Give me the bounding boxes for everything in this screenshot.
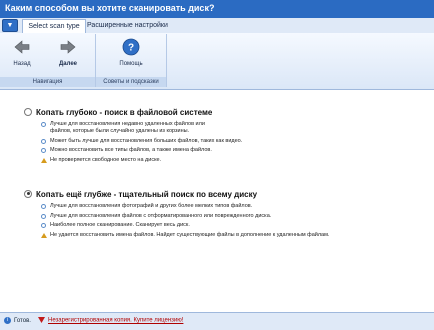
back-button[interactable]: Назад: [5, 38, 39, 67]
info-icon: i: [4, 317, 11, 324]
list-item: Лучше для восстановления фотографий и др…: [41, 203, 329, 210]
arrow-left-icon: [14, 40, 30, 54]
warning-icon: [41, 232, 47, 238]
radio-deeper-scan[interactable]: [24, 189, 32, 198]
group-navigation: Назад Далее Навигация: [0, 34, 96, 87]
option-deep-scan[interactable]: Копать глубоко - поиск в файловой систем…: [24, 107, 242, 166]
svg-text:?: ?: [128, 43, 134, 54]
status-ready: i Готов.: [4, 317, 31, 324]
back-label: Назад: [13, 61, 31, 67]
title-bar: Каким способом вы хотите сканировать дис…: [0, 0, 434, 19]
info-icon: [41, 204, 46, 209]
info-icon: [41, 148, 46, 153]
info-icon: [41, 223, 46, 228]
list-item: Можно восстановить все типы файлов, а та…: [41, 147, 242, 154]
window-title: Каким способом вы хотите сканировать дис…: [5, 3, 215, 13]
help-button[interactable]: ? Помощь: [114, 38, 148, 67]
list-item: Наиболее полное сканирование. Сканирует …: [41, 222, 329, 229]
radio-deep-scan[interactable]: [24, 107, 32, 116]
warning-icon: [41, 157, 47, 163]
next-label: Далее: [58, 61, 78, 67]
group-tips: ? Помощь Советы и подсказки: [96, 34, 167, 87]
tab-advanced-settings[interactable]: Расширенные настройки: [82, 19, 173, 32]
app-menu-button[interactable]: ▼: [2, 19, 18, 32]
arrow-right-icon: [60, 40, 76, 54]
list-item: Лучше для восстановления файлов с отформ…: [41, 213, 329, 220]
next-button[interactable]: Далее: [51, 38, 85, 67]
option-deeper-scan-title: Копать ещё глубже - тщательный поиск по …: [36, 190, 258, 199]
info-icon: [41, 138, 46, 144]
info-icon: [41, 122, 46, 127]
scan-options-panel: Копать глубоко - поиск в файловой систем…: [0, 90, 434, 312]
help-label: Помощь: [119, 61, 143, 67]
group-tips-label: Советы и подсказки: [96, 77, 166, 87]
license-link[interactable]: Незарегистрированная копия. Купите лицен…: [38, 317, 183, 324]
tab-select-scan-type[interactable]: Select scan type: [22, 19, 86, 33]
list-item: Не проверяется свободное место на диске.: [41, 157, 242, 164]
list-item: Не удается восстановить имена файлов. На…: [41, 232, 329, 239]
list-item: Лучше для восстановления недавно удаленн…: [41, 121, 242, 135]
ribbon-panel: Назад Далее Навигация ? Помощь Советы и …: [0, 33, 434, 90]
option-deeper-scan[interactable]: Копать ещё глубже - тщательный поиск по …: [24, 189, 329, 241]
status-bar: i Готов. Незарегистрированная копия. Купи…: [0, 312, 434, 330]
info-icon: [41, 213, 46, 219]
shield-icon: [38, 317, 45, 323]
help-icon: ?: [122, 38, 140, 56]
list-item: Может быть лучше для восстановления боль…: [41, 138, 242, 145]
group-navigation-label: Навигация: [0, 77, 95, 87]
option-deep-scan-title: Копать глубоко - поиск в файловой систем…: [36, 108, 213, 117]
